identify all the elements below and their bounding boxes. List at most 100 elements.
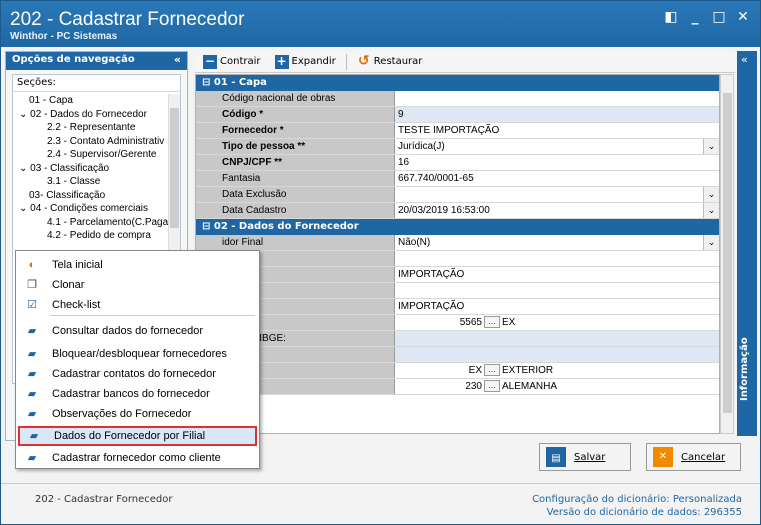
application-window: 202 - Cadastrar Fornecedor Winthor - PC … (0, 0, 761, 525)
property-grid: ⊟ 01 - Capa Código nacional de obras Códig… (195, 74, 720, 434)
field-value-text: EXTERIOR (502, 365, 554, 376)
scroll-thumb[interactable] (170, 108, 179, 228)
field-value[interactable]: 9 (395, 107, 719, 122)
tree-item[interactable]: 01 - Capa (13, 94, 175, 108)
truck-icon: ▰ (29, 430, 39, 442)
grid-row (196, 347, 719, 363)
field-value[interactable]: ⌄ (395, 187, 719, 202)
truck-icon: ▰ (27, 368, 37, 380)
expand-button[interactable]: + Expandir (271, 54, 340, 69)
context-menu-item[interactable]: ▰ Dados do Fornecedor por Filial (18, 426, 257, 446)
context-menu-item[interactable]: ▰ Observações do Fornecedor (18, 404, 257, 424)
field-label: Código * (196, 107, 395, 122)
code-value: 5565 (459, 317, 482, 328)
minimize-button[interactable]: _ (688, 9, 702, 25)
collapse-section-icon[interactable]: ⊟ (202, 221, 214, 232)
chevron-down-icon[interactable]: ⌄ (703, 235, 719, 250)
code-value: EX (468, 365, 482, 376)
section-title: 01 - Capa (213, 77, 267, 88)
tree-item-label: 4.2 - Pedido de compra (47, 230, 151, 241)
restore-layout-icon[interactable]: ◧ (664, 9, 678, 25)
context-menu-label: Cadastrar fornecedor como cliente (52, 452, 221, 464)
tree-item-label: 4.1 - Parcelamento(C.Paga (47, 216, 169, 228)
chevron-down-icon[interactable]: ⌄ (703, 139, 719, 154)
grid-section-header[interactable]: ⊟ 01 - Capa (196, 75, 719, 91)
field-label: Código nacional de obras (196, 91, 395, 106)
grid-section-header[interactable]: ⊟ 02 - Dados do Fornecedor (196, 219, 719, 235)
tree-item[interactable]: ⌄ 04 - Condições comerciais (13, 202, 175, 216)
context-menu-label: Check-list (52, 299, 101, 311)
collapse-button[interactable]: − Contrair (199, 54, 265, 69)
field-label: Data Cadastro (196, 203, 395, 218)
field-value[interactable]: 5565... EX (395, 315, 719, 330)
lookup-button[interactable]: ... (484, 380, 500, 393)
context-menu-item[interactable]: ▰ Bloquear/desbloquear fornecedores (18, 344, 257, 364)
context-menu-item[interactable]: ◐ Tela inicial (18, 255, 257, 275)
tree-item[interactable]: 2.3 - Contato Administrativ (13, 135, 175, 149)
context-menu-label: Clonar (52, 279, 85, 291)
tree-item-label: 2.3 - Contato Administrativ (47, 135, 165, 147)
window-subtitle: Winthor - PC Sistemas (10, 31, 118, 42)
field-value-text: 20/03/2019 16:53:00 (398, 205, 490, 216)
field-value-text: IMPORTAÇÃO (398, 269, 465, 280)
toolbar-divider (345, 53, 347, 70)
field-value[interactable]: 230... ALEMANHA (395, 379, 719, 394)
collapse-section-icon[interactable]: ⊟ (202, 77, 214, 88)
sections-label: Seções: (13, 75, 180, 92)
field-value[interactable]: 16 (395, 155, 719, 170)
tree-item[interactable]: 4.1 - Parcelamento(C.Paga (13, 216, 175, 230)
context-menu-item[interactable]: ▰ Cadastrar contatos do fornecedor (18, 364, 257, 384)
grid-scrollbar[interactable] (720, 74, 734, 434)
field-value-text: EX (502, 317, 516, 328)
scroll-thumb[interactable] (723, 93, 732, 413)
chevron-down-icon[interactable]: ⌄ (19, 109, 30, 120)
field-value[interactable]: 20/03/2019 16:53:00 ⌄ (395, 203, 719, 218)
context-menu-item[interactable]: ▰ Consultar dados do fornecedor (18, 321, 257, 341)
field-value[interactable]: TESTE IMPORTAÇÃO (395, 123, 719, 138)
collapse-info-icon[interactable]: « (741, 53, 748, 66)
field-value[interactable] (395, 283, 719, 298)
cancel-button[interactable]: ✕ Cancelar (646, 443, 741, 471)
field-value[interactable] (395, 91, 719, 106)
lookup-button[interactable]: ... (484, 364, 500, 377)
grid-row (196, 283, 719, 299)
chevron-down-icon[interactable]: ⌄ (703, 187, 719, 202)
field-value[interactable]: EX... EXTERIOR (395, 363, 719, 378)
save-button[interactable]: ▤ Salvar (539, 443, 631, 471)
grid-row: CNPJ/CPF ** 16 (196, 155, 719, 171)
chevron-down-icon[interactable]: ⌄ (703, 203, 719, 218)
field-value[interactable] (395, 347, 719, 362)
tree-item[interactable]: 3.1 - Classe (13, 175, 175, 189)
collapse-nav-icon[interactable]: « (174, 53, 181, 66)
close-button[interactable]: ✕ (736, 9, 750, 25)
maximize-button[interactable]: □ (712, 9, 726, 25)
field-value[interactable]: IMPORTAÇÃO (395, 299, 719, 314)
dictionary-version: Versão do dicionário de dados: 296355 (546, 507, 742, 518)
restore-button[interactable]: ↺ Restaurar (353, 54, 427, 69)
tree-item[interactable]: ⌄ 03 - Classificação (13, 162, 175, 176)
info-sidebar[interactable]: « Informação (737, 51, 757, 436)
field-value[interactable] (395, 251, 719, 266)
field-value[interactable] (395, 331, 719, 346)
tree-item[interactable]: 03- Classificação (13, 189, 175, 203)
field-value[interactable]: IMPORTAÇÃO (395, 267, 719, 282)
context-menu-item[interactable]: ▰ Cadastrar bancos do fornecedor (18, 384, 257, 404)
tree-item[interactable]: ⌄ 02 - Dados do Fornecedor (13, 108, 175, 122)
context-menu-label: Cadastrar contatos do fornecedor (52, 368, 216, 380)
field-value[interactable]: Jurídica(J) ⌄ (395, 139, 719, 154)
chevron-down-icon[interactable]: ⌄ (19, 203, 30, 214)
context-menu-item[interactable]: ❐ Clonar (18, 275, 257, 295)
context-menu-item[interactable]: ☑ Check-list (18, 295, 257, 315)
tree-item-label: 03 - Classificação (30, 162, 110, 174)
tree-item[interactable]: 2.4 - Supervisor/Gerente (13, 148, 175, 162)
tree-item[interactable]: 4.2 - Pedido de compra (13, 229, 175, 243)
lookup-button[interactable]: ... (484, 316, 500, 329)
chevron-down-icon[interactable]: ⌄ (19, 163, 30, 174)
context-menu-label: Dados do Fornecedor por Filial (54, 430, 206, 442)
context-menu-item[interactable]: ▰ Cadastrar fornecedor como cliente (18, 448, 257, 468)
grid-row: **IMPORTAÇÃO (196, 299, 719, 315)
field-value[interactable]: Não(N) ⌄ (395, 235, 719, 250)
field-value[interactable]: 667.740/0001-65 (395, 171, 719, 186)
tree-item[interactable]: 2.2 - Representante (13, 121, 175, 135)
grid-row: Código * 9 (196, 107, 719, 123)
